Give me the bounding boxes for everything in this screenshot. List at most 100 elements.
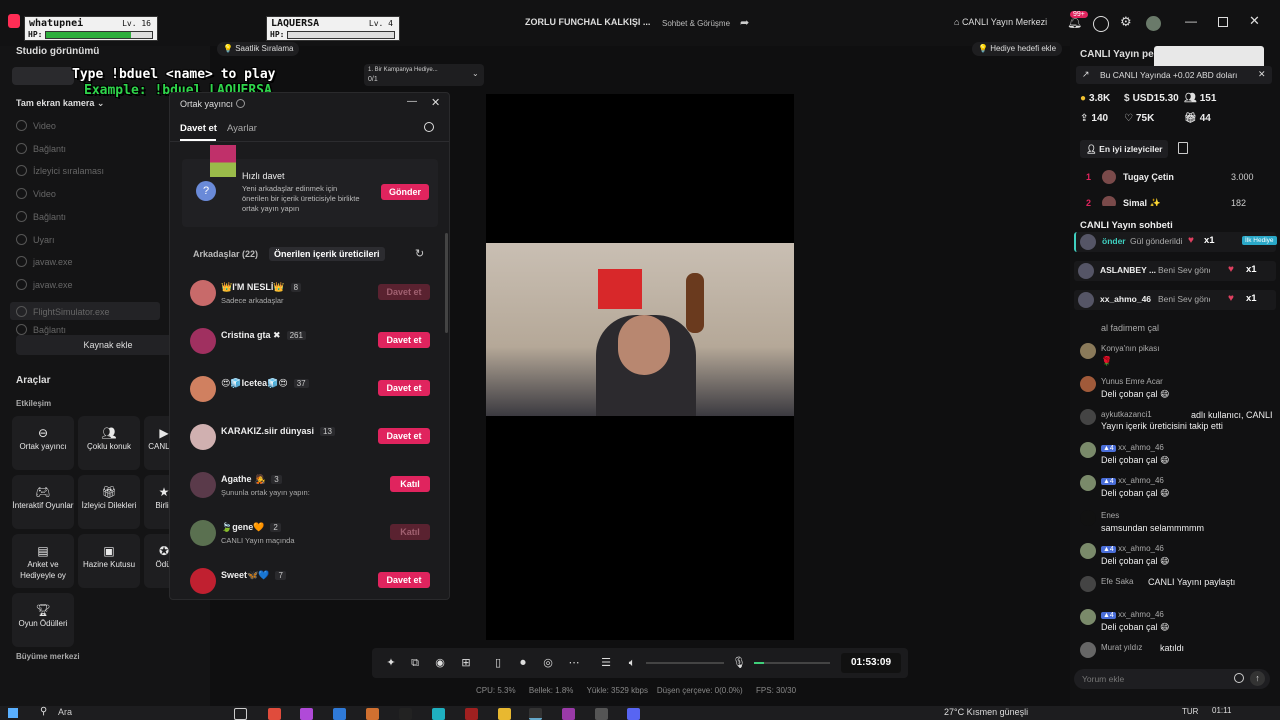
tool-link[interactable]: ⊖ Ortak yayıncı (12, 416, 74, 470)
gift-avatar[interactable] (1078, 263, 1094, 279)
share-icon[interactable]: ➦ (740, 16, 749, 29)
source-item[interactable]: FlightSimulator.exe (10, 301, 160, 320)
banner-close-icon[interactable]: ✕ (1258, 69, 1266, 80)
avatar[interactable] (1146, 16, 1161, 31)
folder-icon[interactable] (498, 708, 511, 720)
app-icon[interactable] (595, 708, 608, 720)
source-item[interactable]: Video (16, 120, 56, 131)
chat-input[interactable]: Yorum ekle ↑ (1074, 669, 1270, 689)
edge-icon[interactable] (432, 708, 445, 720)
source-item[interactable]: javaw.exe (16, 278, 73, 290)
source-item[interactable]: Bağlantı (16, 324, 66, 336)
edge-icon[interactable] (333, 708, 346, 720)
more-icon[interactable]: ⋯ (567, 656, 581, 670)
maximize-icon[interactable] (1218, 17, 1228, 27)
tool-poll[interactable]: ▤ Anket ve Hediyeyle oy (12, 534, 74, 588)
friend-avatar[interactable] (190, 520, 216, 546)
transition-icon[interactable]: ⧉ (408, 656, 422, 670)
mic-icon[interactable]: 🎙︎ (732, 656, 746, 670)
invite-button[interactable]: Davet et (378, 284, 430, 300)
send-icon[interactable]: ↑ (1250, 671, 1265, 686)
app-icon[interactable] (300, 708, 313, 720)
chat-avatar[interactable] (1080, 642, 1096, 658)
overlay-icon[interactable]: ⊞ (459, 656, 473, 670)
live-center-button[interactable]: ⌂ CANLI Yayın Merkezi (954, 17, 1047, 27)
gift-goal-button[interactable]: 💡 Hediye hedefi ekle (972, 42, 1063, 56)
taskbar-search[interactable]: Ara (58, 707, 72, 717)
camera-icon[interactable]: ◉ (433, 656, 447, 670)
tool-trophy[interactable]: 🏆︎ Oyun Ödülleri (12, 593, 74, 647)
source-item[interactable]: Uyarı (16, 233, 55, 245)
source-item[interactable]: İzleyici sıralaması (16, 165, 104, 177)
task-view-icon[interactable] (234, 708, 247, 720)
friend-avatar[interactable] (190, 568, 216, 594)
gear-icon[interactable]: ⚙ (1120, 14, 1132, 30)
friends-tab[interactable]: Arkadaşlar (22) (193, 249, 258, 259)
emoji-icon[interactable] (1234, 673, 1244, 683)
invite-button[interactable]: Davet et (378, 572, 430, 588)
app-icon[interactable] (465, 708, 478, 720)
chat-avatar[interactable] (1080, 376, 1096, 392)
gift-avatar[interactable] (1080, 234, 1096, 250)
camera-select[interactable]: Tam ekran kamera ⌄ (16, 98, 104, 109)
store-icon[interactable] (268, 708, 281, 720)
chat-avatar[interactable] (1080, 543, 1096, 559)
campaign-pill[interactable]: 1. Bir Kampanya Hediye... 0/1 ⌄ (364, 64, 484, 86)
join-button[interactable]: Katıl (390, 476, 430, 492)
windows-logo-icon[interactable] (8, 708, 18, 718)
info-icon[interactable] (236, 99, 245, 108)
discord-icon[interactable] (627, 708, 640, 720)
friend-avatar[interactable] (190, 424, 216, 450)
effect-icon[interactable]: ◎ (541, 656, 555, 670)
list-icon[interactable] (1178, 142, 1188, 154)
magic-icon[interactable]: ✦ (384, 656, 398, 670)
window-subtitle[interactable]: Sohbet & Görüşme (662, 19, 730, 28)
dialog-close-icon[interactable]: ✕ (431, 96, 440, 109)
tool-gamepad[interactable]: 🎮︎ İnteraktif Oyunlar (12, 475, 74, 529)
friend-avatar[interactable] (190, 472, 216, 498)
phone-view-button[interactable] (12, 67, 74, 85)
minimize-icon[interactable]: — (1185, 14, 1197, 28)
source-item[interactable]: javaw.exe (16, 256, 73, 268)
studio-view-label[interactable]: Studio görünümü (16, 46, 99, 57)
hourly-rank-pill[interactable]: 💡 Saatlik Sıralama (217, 42, 300, 56)
search-icon[interactable] (424, 122, 434, 132)
tool-gift[interactable]: 🎁︎ İzleyici Dilekleri (78, 475, 140, 529)
app-icon[interactable] (399, 708, 412, 720)
invite-button[interactable]: Davet et (378, 428, 430, 444)
tab-settings[interactable]: Ayarlar (227, 123, 257, 134)
volume-icon[interactable]: 🔈︎ (625, 656, 639, 670)
app-icon[interactable] (366, 708, 379, 720)
record-icon[interactable]: ⏺ (516, 656, 530, 670)
scrollbar[interactable] (445, 233, 448, 333)
app-icon[interactable] (562, 708, 575, 720)
lang-indicator[interactable]: TUR (1182, 707, 1198, 716)
gift-avatar[interactable] (1078, 292, 1094, 308)
rank-avatar[interactable] (1102, 170, 1116, 184)
chat-avatar[interactable] (1080, 475, 1096, 491)
tiktok-icon[interactable] (529, 708, 542, 720)
chat-avatar[interactable] (1080, 609, 1096, 625)
source-item[interactable]: Bağlantı (16, 142, 66, 154)
send-button[interactable]: Gönder (381, 184, 429, 200)
clock[interactable]: 01:11 (1212, 706, 1231, 715)
chat-avatar[interactable] (1080, 576, 1096, 592)
invite-button[interactable]: Davet et (378, 380, 430, 396)
chat-avatar[interactable] (1080, 510, 1096, 526)
sliders-icon[interactable]: ☰ (599, 656, 613, 670)
dialog-minimize-icon[interactable]: — (407, 96, 417, 107)
tab-invite[interactable]: Davet et (180, 123, 217, 134)
tool-users[interactable]: 👥︎ Çoklu konuk (78, 416, 140, 470)
weather-widget[interactable]: 27°C Kısmen güneşli (944, 707, 1028, 717)
top-viewers-button[interactable]: 👤︎ En iyi izleyiciler (1080, 140, 1169, 158)
source-item[interactable]: Bağlantı (16, 210, 66, 222)
join-button[interactable]: Katıl (390, 524, 430, 540)
refresh-icon[interactable]: ↻ (415, 247, 424, 260)
help-icon[interactable] (1093, 16, 1109, 32)
chat-avatar[interactable] (1080, 409, 1096, 425)
friend-avatar[interactable] (190, 280, 216, 306)
rank-avatar[interactable] (1102, 196, 1116, 206)
suggested-tab[interactable]: Önerilen içerik üreticileri (269, 247, 385, 261)
chat-avatar[interactable] (1080, 343, 1096, 359)
phone-icon[interactable]: ▯ (491, 656, 505, 670)
